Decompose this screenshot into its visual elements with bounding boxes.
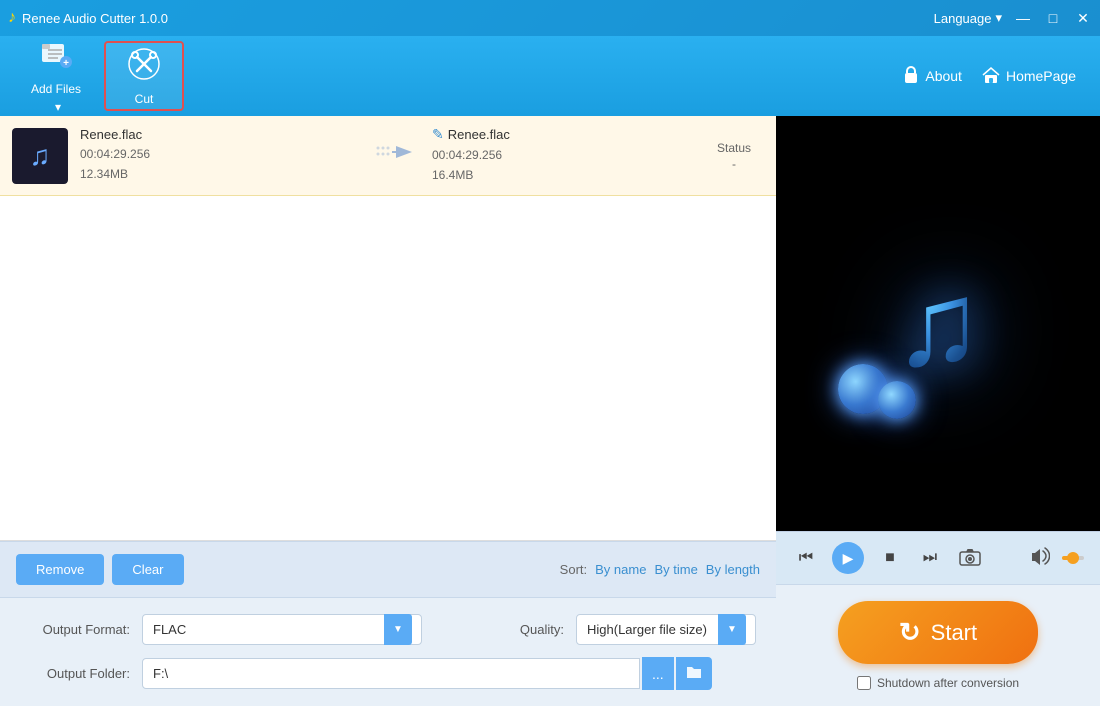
titlebar: ♪ Renee Audio Cutter 1.0.0 Language ▾ — …: [0, 0, 1100, 36]
table-row: ♫ Renee.flac 00:04:29.256 12.34MB: [0, 116, 776, 196]
stop-button[interactable]: ■: [876, 544, 904, 572]
sort-by-name[interactable]: By name: [595, 562, 646, 577]
main-container: ♫ Renee.flac 00:04:29.256 12.34MB: [0, 116, 1100, 706]
glow-ball-2: [878, 381, 916, 419]
play-button[interactable]: ▶: [832, 542, 864, 574]
volume-slider[interactable]: [1062, 556, 1084, 560]
homepage-label: HomePage: [1006, 68, 1076, 84]
folder-icon: [686, 666, 702, 682]
add-files-dropdown-icon: ▾: [55, 100, 61, 114]
clear-button[interactable]: Clear: [112, 554, 183, 585]
language-dropdown-icon: ▾: [995, 10, 1002, 26]
lock-icon: [903, 66, 919, 87]
shutdown-label: Shutdown after conversion: [877, 676, 1019, 690]
screenshot-button[interactable]: [956, 544, 984, 572]
add-files-icon: +: [40, 39, 72, 78]
remove-button[interactable]: Remove: [16, 554, 104, 585]
preview-area: ♫: [776, 116, 1100, 531]
file-list: ♫ Renee.flac 00:04:29.256 12.34MB: [0, 116, 776, 541]
add-files-button[interactable]: + Add Files ▾: [16, 41, 96, 111]
left-panel: ♫ Renee.flac 00:04:29.256 12.34MB: [0, 116, 776, 706]
right-panel: ♫ ⏮ ▶ ■ ⏭: [776, 116, 1100, 706]
maximize-button[interactable]: □: [1044, 9, 1062, 27]
homepage-link[interactable]: HomePage: [982, 66, 1076, 87]
start-button[interactable]: ↻ Start: [838, 601, 1038, 664]
format-select[interactable]: FLAC MP3 WAV AAC OGG: [142, 614, 422, 645]
format-select-wrapper: FLAC MP3 WAV AAC OGG: [142, 614, 422, 645]
arrow-icon: [372, 140, 412, 171]
about-label: About: [925, 68, 962, 84]
minimize-button[interactable]: —: [1014, 9, 1032, 27]
player-controls: ⏮ ▶ ■ ⏭: [776, 531, 1100, 584]
music-visual: ♫: [828, 224, 1048, 424]
folder-label: Output Folder:: [20, 666, 130, 681]
folder-row: Output Folder: ...: [20, 657, 756, 690]
camera-icon: [959, 548, 981, 569]
add-files-label: Add Files: [31, 82, 81, 96]
start-label: Start: [931, 620, 977, 646]
play-icon: ▶: [843, 550, 854, 567]
forward-icon: ⏭: [923, 549, 937, 567]
volume-thumb[interactable]: [1067, 552, 1079, 564]
home-icon: [982, 66, 1000, 87]
rewind-icon: ⏮: [799, 549, 813, 567]
shutdown-row: Shutdown after conversion: [857, 676, 1019, 690]
settings-panel: Output Format: FLAC MP3 WAV AAC OGG Qual…: [0, 597, 776, 706]
source-duration: 00:04:29.256: [80, 145, 352, 164]
status-label: Status: [704, 141, 764, 155]
source-size: 12.34MB: [80, 165, 352, 184]
quality-select[interactable]: High(Larger file size) Medium Low: [576, 614, 756, 645]
titlebar-controls: Language ▾ — □ ✕: [934, 9, 1092, 27]
language-selector[interactable]: Language ▾: [934, 10, 1002, 26]
sort-label: Sort:: [560, 562, 587, 577]
sort-by-length[interactable]: By length: [706, 562, 760, 577]
output-duration: 00:04:29.256: [432, 146, 704, 165]
toolbar: + Add Files ▾ Cut: [0, 36, 1100, 116]
folder-open-button[interactable]: [676, 657, 712, 690]
volume-icon: [1030, 547, 1050, 570]
format-label: Output Format:: [20, 622, 130, 637]
output-filename: ✎ Renee.flac: [432, 126, 704, 143]
quality-label: Quality:: [454, 622, 564, 637]
output-file-info: ✎ Renee.flac 00:04:29.256 16.4MB: [432, 126, 704, 184]
status-value: -: [704, 157, 764, 171]
source-filename: Renee.flac: [80, 127, 352, 142]
format-row: Output Format: FLAC MP3 WAV AAC OGG Qual…: [20, 614, 756, 645]
output-size: 16.4MB: [432, 166, 704, 185]
sort-by-time[interactable]: By time: [654, 562, 697, 577]
quality-select-wrapper: High(Larger file size) Medium Low: [576, 614, 756, 645]
cut-icon: [127, 47, 161, 88]
shutdown-checkbox[interactable]: [857, 676, 871, 690]
file-thumbnail: ♫: [12, 128, 68, 184]
music-note-icon: ♫: [30, 140, 51, 172]
folder-input[interactable]: [142, 658, 640, 689]
svg-text:+: +: [63, 58, 69, 69]
close-button[interactable]: ✕: [1074, 9, 1092, 27]
stop-icon: ■: [885, 549, 895, 567]
cut-button[interactable]: Cut: [104, 41, 184, 111]
folder-browse-button[interactable]: ...: [642, 657, 674, 690]
about-link[interactable]: About: [903, 66, 962, 87]
app-title: Renee Audio Cutter 1.0.0: [22, 11, 934, 26]
music-glow-note-icon: ♫: [893, 264, 983, 384]
sort-section: Sort: By name By time By length: [560, 562, 760, 577]
toolbar-right: About HomePage: [903, 66, 1076, 87]
status-column: Status -: [704, 141, 764, 171]
source-file-info: Renee.flac 00:04:29.256 12.34MB: [80, 127, 352, 183]
start-panel: ↻ Start Shutdown after conversion: [776, 584, 1100, 706]
app-logo-icon: ♪: [8, 9, 16, 27]
language-label: Language: [934, 11, 992, 26]
refresh-icon: ↻: [899, 617, 921, 648]
cut-label: Cut: [135, 92, 154, 106]
edit-icon: ✎: [432, 126, 444, 143]
folder-input-wrapper: ...: [142, 657, 756, 690]
rewind-button[interactable]: ⏮: [792, 544, 820, 572]
bottom-bar: Remove Clear Sort: By name By time By le…: [0, 541, 776, 597]
forward-button[interactable]: ⏭: [916, 544, 944, 572]
